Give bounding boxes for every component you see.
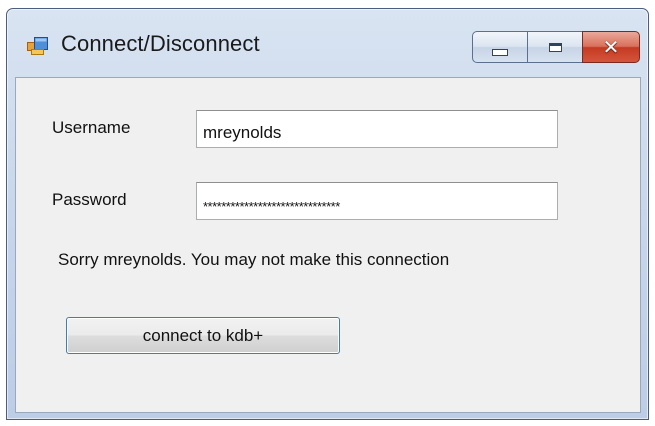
- caption-buttons: ✕: [472, 31, 640, 65]
- connect-button[interactable]: connect to kdb+: [66, 317, 340, 354]
- password-field[interactable]: [196, 182, 558, 220]
- close-icon: ✕: [602, 35, 620, 59]
- username-label: Username: [52, 118, 131, 137]
- username-field[interactable]: [196, 110, 558, 148]
- password-label: Password: [52, 190, 127, 209]
- minimize-button[interactable]: [472, 31, 528, 63]
- close-button[interactable]: ✕: [582, 31, 640, 63]
- window-title: Connect/Disconnect: [61, 31, 260, 56]
- maximize-icon: [548, 42, 562, 52]
- status-message: Sorry mreynolds. You may not make this c…: [58, 250, 450, 269]
- maximize-button[interactable]: [527, 31, 583, 63]
- minimize-icon: [492, 48, 508, 56]
- title-bar[interactable]: Connect/Disconnect ✕: [7, 9, 648, 77]
- dialog-client-area: Username Password Sorry mreynolds. You m…: [15, 77, 641, 413]
- app-window-icon: [27, 37, 48, 55]
- connect-dialog-window: Connect/Disconnect ✕ Username Password S…: [6, 8, 649, 420]
